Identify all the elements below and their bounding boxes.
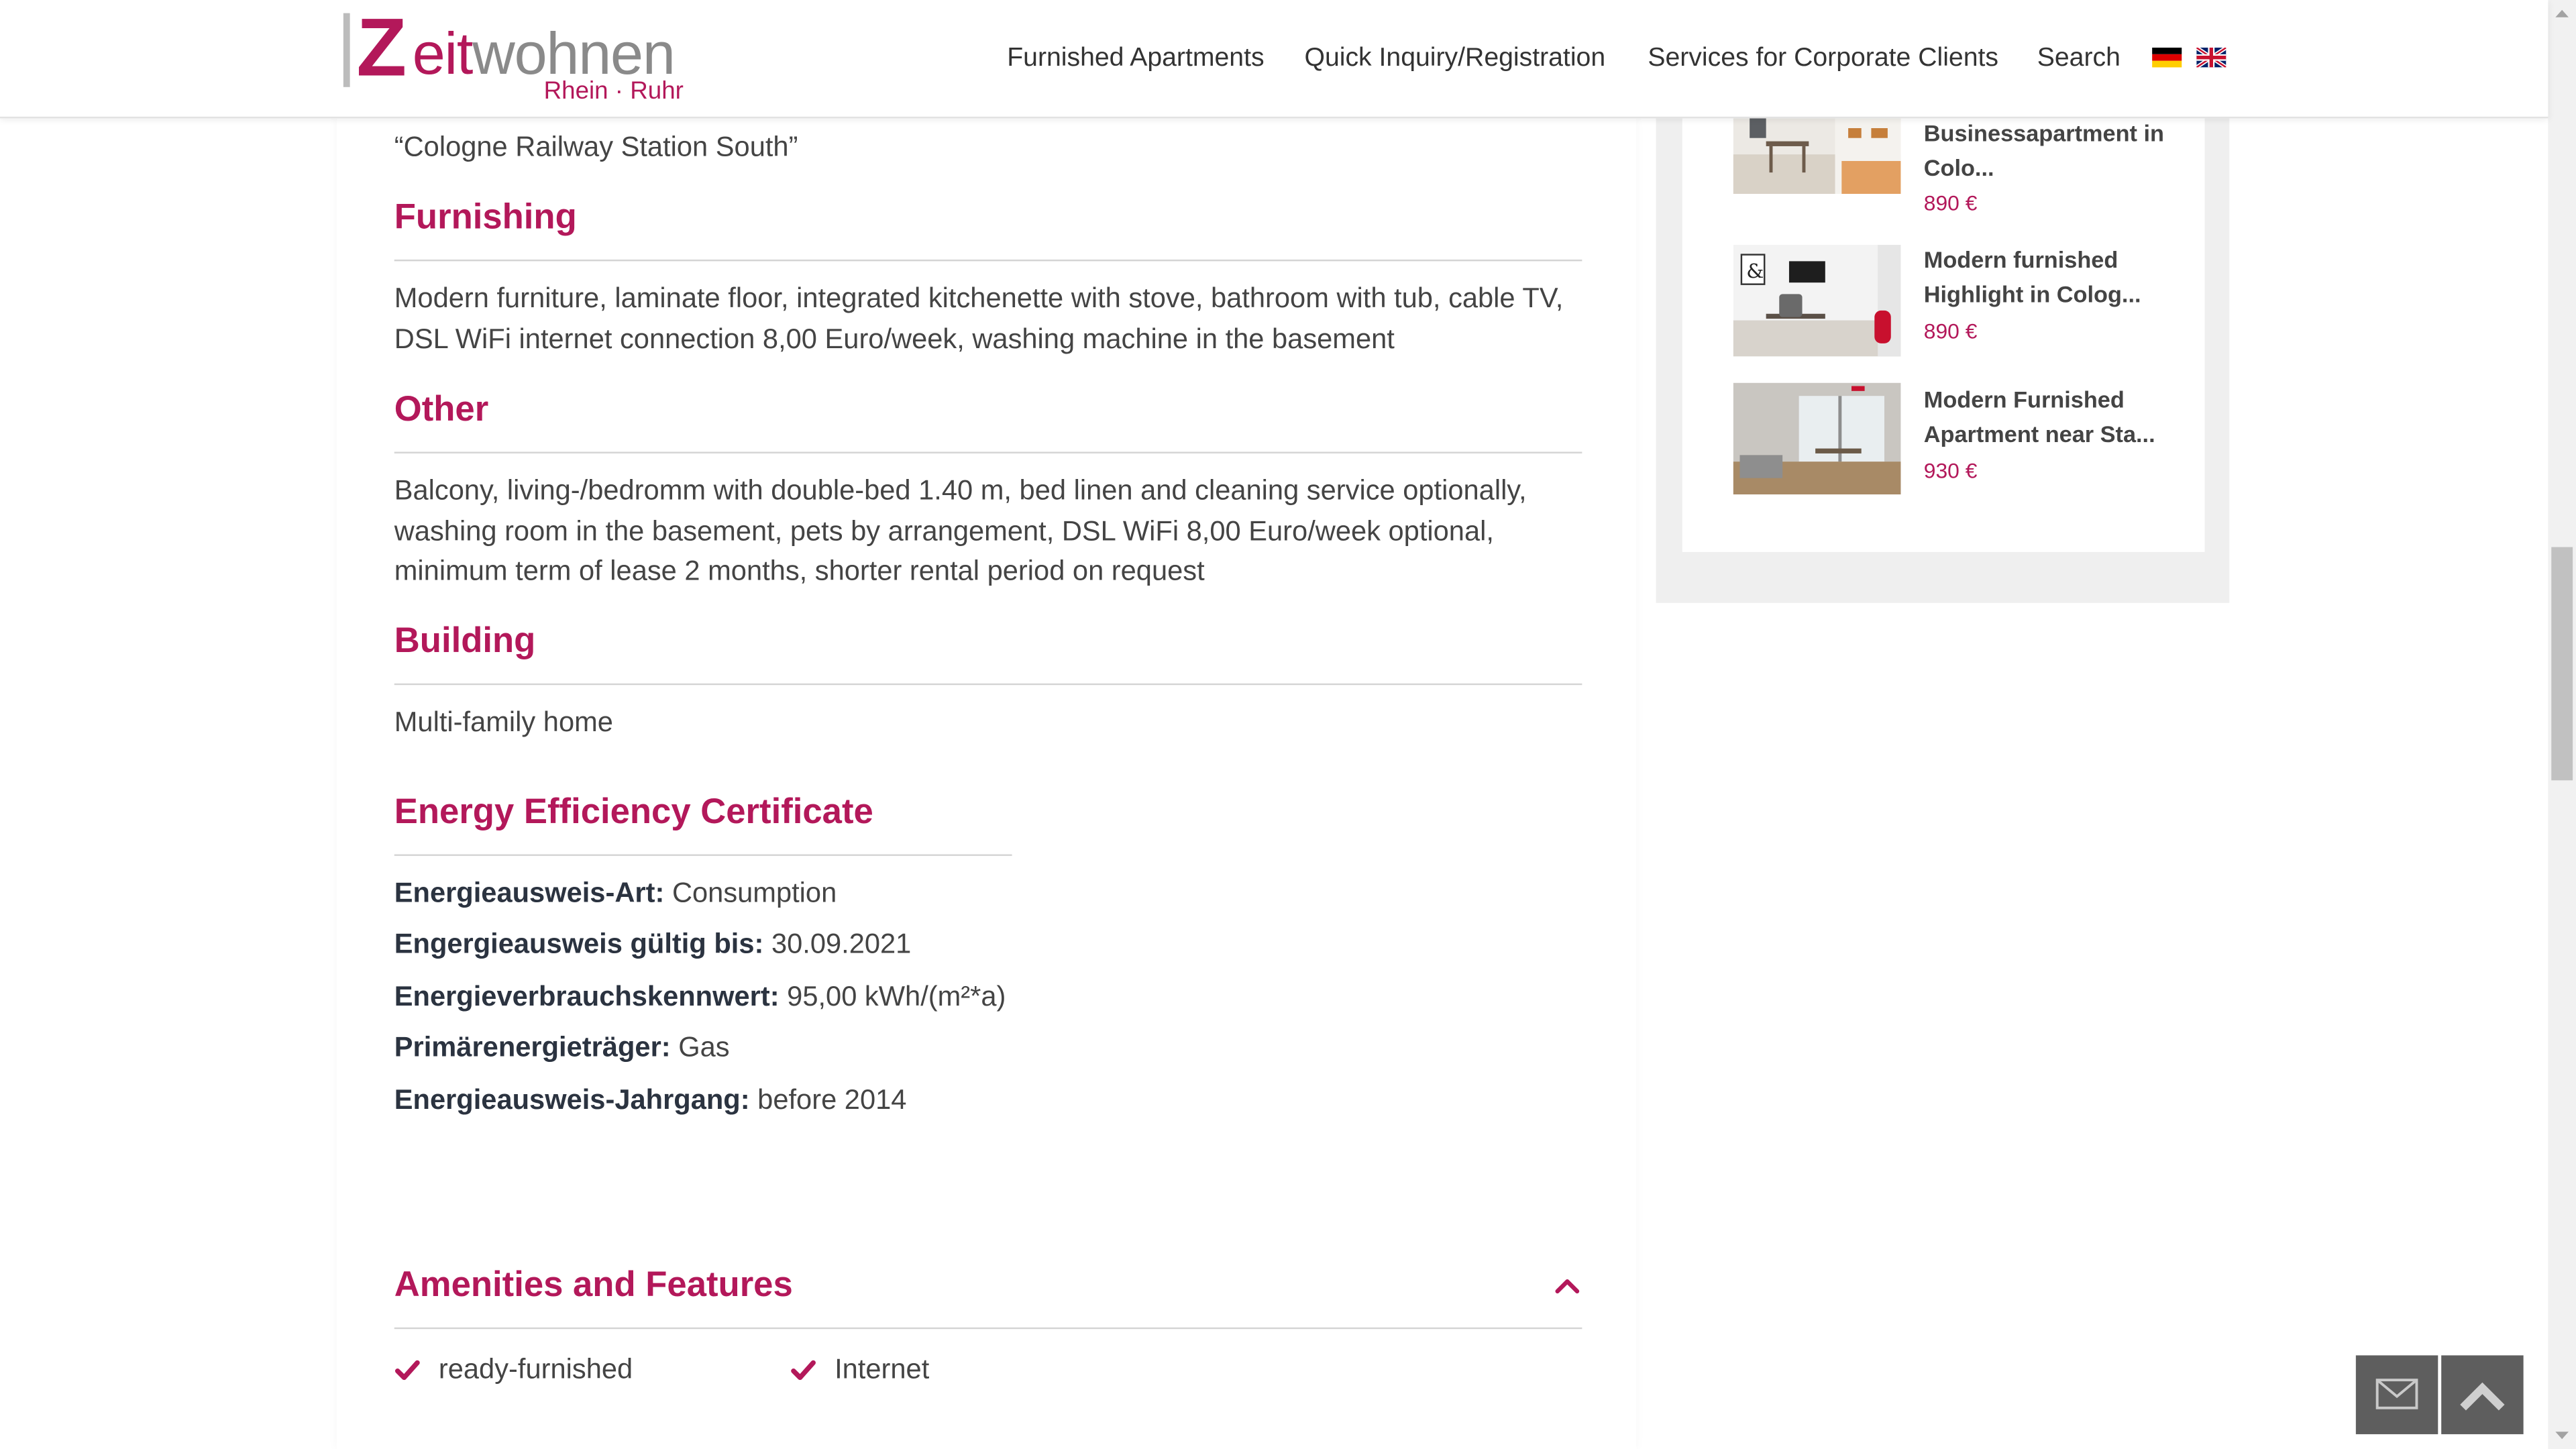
checkmark-icon	[791, 1360, 816, 1381]
other-text: Balcony, living-/bedromm with double-bed…	[394, 474, 1527, 587]
building-heading: Building	[394, 621, 536, 661]
listing-price: 890 €	[1923, 319, 1978, 343]
chevron-up-icon[interactable]	[1552, 1272, 1582, 1301]
listing-price: 930 €	[1923, 458, 1978, 483]
envelope-icon	[2375, 1379, 2418, 1409]
nav-furnished-apartments[interactable]: Furnished Apartments	[1007, 40, 1264, 79]
site-header: Z eitwohnen Rhein · Ruhr Furnished Apart…	[0, 0, 2548, 119]
energy-row-value: 95,00 kWh/(m²*a)	[787, 981, 1006, 1012]
energy-divider	[394, 854, 1012, 856]
energy-row-value: before 2014	[757, 1084, 907, 1116]
svg-text:&: &	[1746, 260, 1764, 282]
amenities-divider	[394, 1327, 1582, 1330]
amenities-heading[interactable]: Amenities and Features	[394, 1262, 793, 1308]
zeitwohnen-logo[interactable]: Z eitwohnen Rhein · Ruhr	[343, 7, 708, 110]
contact-button[interactable]	[2355, 1355, 2438, 1434]
listing-title[interactable]: Modern Furnished Apartment near Sta...	[1924, 383, 2170, 452]
energy-row-label: Primärenergieträger:	[394, 1031, 671, 1063]
checkmark-icon	[394, 1360, 420, 1381]
listing-title[interactable]: Businessapartment in Colo...	[1924, 117, 2170, 186]
location-text-tail: “Cologne Railway Station South”	[394, 131, 798, 163]
energy-row-label: Engergieausweis gültig bis:	[394, 928, 764, 960]
back-to-top-button[interactable]	[2441, 1355, 2524, 1434]
energy-heading: Energy Efficiency Certificate	[394, 792, 873, 832]
listing-price: 890 €	[1923, 191, 1978, 215]
furnishing-text: Modern furniture, laminate floor, integr…	[394, 282, 1564, 354]
nav-corporate-services[interactable]: Services for Corporate Clients	[1648, 40, 1998, 79]
furnishing-heading: Furnishing	[394, 197, 577, 237]
logo-region: Rhein · Ruhr	[543, 77, 684, 105]
energy-row-value: Consumption	[672, 877, 837, 909]
other-heading: Other	[394, 389, 489, 429]
energy-row-label: Energieverbrauchskennwert:	[394, 981, 780, 1012]
scrollbar-thumb[interactable]	[2551, 547, 2573, 781]
chevron-up-icon	[2460, 1382, 2505, 1411]
energy-row-label: Energieausweis-Jahrgang:	[394, 1084, 750, 1116]
logo-z: Z	[356, 1, 407, 94]
logo-eit: eit	[412, 19, 474, 87]
listing-thumbnail[interactable]: &	[1733, 244, 1901, 357]
energy-row-value: Gas	[678, 1031, 730, 1063]
amenity-item: Internet	[835, 1353, 930, 1385]
energy-row-value: 30.09.2021	[771, 928, 912, 960]
energy-row-consumption: Energieverbrauchskennwert: 95,00 kWh/(m²…	[394, 977, 1006, 1017]
energy-row-label: Energieausweis-Art:	[394, 877, 665, 909]
browser-viewport: “Cologne Railway Station South” Furnishi…	[0, 0, 2576, 1449]
logo-bar	[343, 13, 350, 87]
building-divider	[394, 683, 1582, 686]
energy-row-year: Energieausweis-Jahrgang: before 2014	[394, 1081, 907, 1120]
nav-search[interactable]: Search	[2037, 40, 2121, 79]
nav-quick-inquiry[interactable]: Quick Inquiry/Registration	[1304, 40, 1605, 79]
scroll-up-arrow-icon[interactable]	[2548, 0, 2576, 28]
uk-flag-icon[interactable]	[2196, 48, 2226, 68]
amenity-item: ready-furnished	[438, 1353, 633, 1385]
energy-row-type: Energieausweis-Art: Consumption	[394, 874, 837, 914]
listing-title[interactable]: Modern furnished Highlight in Colog...	[1924, 243, 2170, 312]
furnishing-divider	[394, 259, 1582, 262]
listing-thumbnail[interactable]	[1733, 382, 1901, 495]
building-text: Multi-family home	[394, 706, 613, 738]
other-divider	[394, 451, 1582, 453]
energy-row-energy-source: Primärenergieträger: Gas	[394, 1028, 730, 1068]
energy-row-valid-until: Engergieausweis gültig bis: 30.09.2021	[394, 925, 912, 965]
scroll-down-arrow-icon[interactable]	[2548, 1421, 2576, 1449]
de-flag-icon[interactable]	[2152, 48, 2182, 68]
